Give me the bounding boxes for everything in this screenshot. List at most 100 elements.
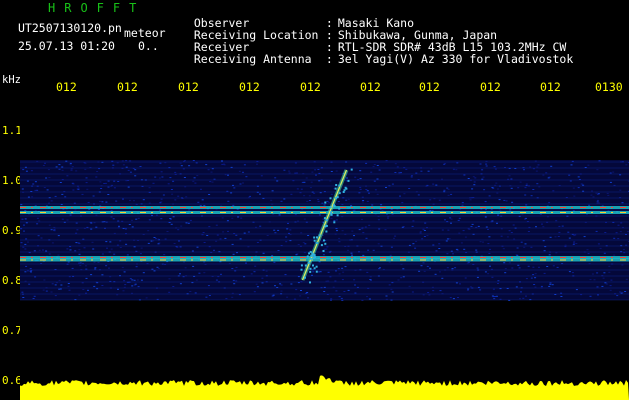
noise-speck bbox=[403, 193, 406, 195]
noise-speck bbox=[129, 160, 132, 162]
meteor-speck bbox=[342, 191, 345, 193]
noise-speck bbox=[45, 250, 48, 252]
noise-speck bbox=[334, 280, 337, 282]
noise-speck bbox=[124, 284, 127, 286]
noise-speck bbox=[547, 177, 550, 179]
noise-speck bbox=[622, 248, 625, 250]
noise-speck bbox=[525, 295, 527, 297]
noise-speck bbox=[523, 246, 526, 248]
noise-speck bbox=[230, 192, 233, 194]
noise-speck bbox=[427, 292, 430, 293]
noise-speck bbox=[534, 286, 537, 288]
noise-speck bbox=[90, 274, 93, 276]
noise-speck bbox=[573, 235, 576, 237]
noise-speck bbox=[201, 199, 204, 201]
noise-speck bbox=[327, 202, 330, 204]
noise-speck bbox=[575, 289, 578, 291]
noise-speck bbox=[388, 261, 391, 263]
noise-speck bbox=[555, 220, 558, 222]
noise-speck bbox=[430, 168, 433, 170]
noise-speck bbox=[423, 270, 426, 272]
noise-speck bbox=[308, 195, 311, 197]
noise-speck bbox=[47, 169, 50, 171]
noise-speck bbox=[518, 267, 521, 269]
x-tick-label: 012 bbox=[419, 80, 440, 94]
noise-speck bbox=[415, 240, 418, 242]
noise-speck bbox=[385, 160, 388, 162]
noise-speck bbox=[493, 298, 496, 300]
noise-speck bbox=[452, 253, 454, 255]
noise-speck bbox=[525, 204, 528, 206]
noise-speck bbox=[78, 243, 81, 245]
noise-speck bbox=[40, 237, 43, 239]
noise-speck bbox=[221, 217, 224, 219]
noise-speck bbox=[48, 224, 51, 226]
noise-speck bbox=[231, 296, 234, 298]
noise-speck bbox=[502, 248, 505, 250]
noise-speck bbox=[412, 220, 415, 222]
noise-speck bbox=[71, 267, 74, 269]
noise-speck bbox=[601, 285, 604, 287]
noise-speck bbox=[38, 220, 41, 222]
noise-speck bbox=[470, 226, 473, 227]
noise-speck bbox=[604, 232, 607, 233]
noise-speck bbox=[117, 181, 120, 182]
noise-speck bbox=[347, 198, 350, 200]
meteor-speck bbox=[325, 219, 328, 222]
noise-speck bbox=[238, 170, 241, 172]
noise-speck bbox=[134, 169, 137, 171]
noise-speck bbox=[459, 283, 461, 285]
noise-speck bbox=[290, 283, 293, 285]
noise-speck bbox=[488, 195, 491, 197]
noise-speck bbox=[290, 193, 293, 195]
noise-speck bbox=[127, 169, 130, 171]
noise-speck bbox=[295, 254, 298, 256]
noise-speck bbox=[85, 177, 88, 179]
noise-speck bbox=[160, 198, 163, 200]
meteor-speck bbox=[313, 236, 316, 239]
noise-speck bbox=[492, 288, 495, 290]
noise-speck bbox=[609, 289, 612, 291]
noise-speck bbox=[496, 222, 498, 224]
noise-speck bbox=[113, 187, 116, 189]
meteor-speck bbox=[324, 201, 327, 204]
noise-speck bbox=[262, 252, 265, 254]
noise-speck bbox=[367, 249, 370, 251]
noise-speck bbox=[256, 242, 259, 243]
meteor-speck bbox=[334, 187, 337, 190]
noise-speck bbox=[253, 271, 256, 273]
noise-speck bbox=[586, 249, 589, 251]
noise-speck bbox=[295, 289, 298, 291]
noise-speck bbox=[44, 162, 46, 164]
noise-speck bbox=[27, 241, 29, 243]
noise-speck bbox=[115, 200, 118, 202]
noise-speck bbox=[184, 267, 187, 269]
noise-speck bbox=[183, 177, 186, 178]
noise-speck bbox=[483, 189, 486, 191]
noise-speck bbox=[67, 285, 70, 287]
noise-speck bbox=[343, 291, 346, 292]
noise-speck bbox=[378, 268, 381, 270]
noise-speck bbox=[580, 183, 583, 185]
noise-speck bbox=[491, 187, 494, 189]
noise-speck bbox=[172, 180, 175, 182]
noise-speck bbox=[464, 236, 467, 238]
noise-speck bbox=[603, 252, 606, 254]
noise-speck bbox=[83, 247, 86, 249]
noise-speck bbox=[167, 183, 170, 185]
meteor-speck bbox=[333, 221, 336, 224]
noise-speck bbox=[206, 235, 209, 236]
meteor-speck bbox=[338, 192, 341, 195]
noise-speck bbox=[371, 204, 374, 206]
x-tick-label: 012 bbox=[360, 80, 381, 94]
noise-speck bbox=[317, 199, 320, 201]
noise-speck bbox=[297, 220, 299, 222]
noise-speck bbox=[552, 265, 555, 267]
noise-speck bbox=[438, 248, 441, 249]
meteor-speck bbox=[300, 264, 303, 267]
noise-speck bbox=[310, 181, 313, 183]
noise-speck bbox=[22, 169, 25, 171]
noise-speck bbox=[390, 246, 393, 248]
noise-speck bbox=[317, 169, 320, 170]
noise-speck bbox=[444, 219, 446, 221]
